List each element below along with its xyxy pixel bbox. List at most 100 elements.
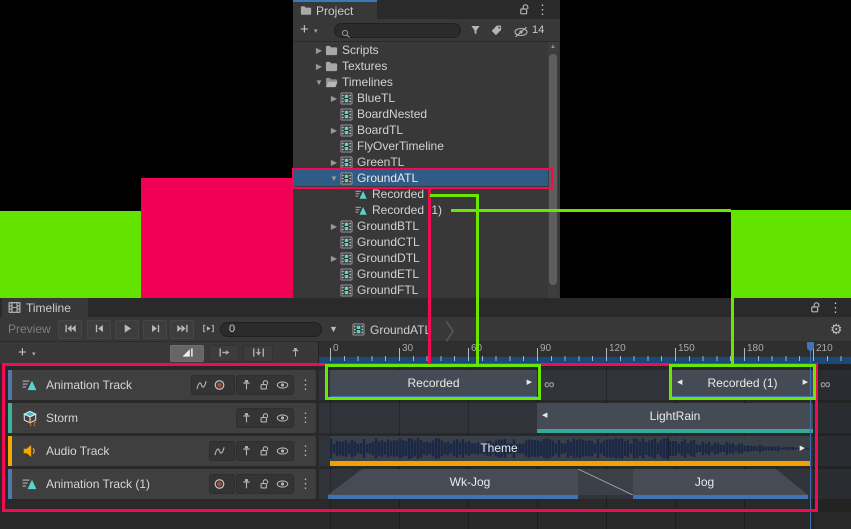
record-button[interactable] [210, 377, 228, 393]
expand-arrow-icon[interactable]: ▶ [328, 126, 340, 135]
filter-by-type-icon[interactable] [469, 24, 482, 37]
lock-icon[interactable] [519, 3, 530, 16]
playable-cube-icon: {} [22, 410, 38, 426]
play-range-button[interactable] [196, 320, 220, 339]
scrollbar-thumb[interactable] [549, 54, 557, 285]
ripple-mode-button[interactable] [209, 345, 239, 362]
expand-arrow-icon[interactable]: ▶ [313, 46, 325, 55]
record-button[interactable] [210, 476, 228, 492]
tree-item-boardtl[interactable]: ▶BoardTL [293, 122, 548, 138]
clip-recorded-1[interactable]: ◀ Recorded (1) ▶ [672, 370, 813, 400]
expand-arrow-icon[interactable]: ▶ [313, 62, 325, 71]
window-menu-icon[interactable]: ⋮ [536, 0, 549, 19]
curves-toggle-icon[interactable] [210, 443, 228, 459]
preview-toggle[interactable]: Preview [8, 317, 51, 342]
tree-item-recorded-1-[interactable]: Recorded (1) [293, 202, 548, 218]
pin-icon[interactable] [237, 443, 255, 459]
track-menu-button[interactable]: ⋮ [299, 436, 312, 466]
track-header-animation-track-1[interactable]: Animation Track (1) ⋮ [8, 469, 316, 499]
film-icon [340, 140, 353, 153]
tree-item-grounddtl[interactable]: ▶GroundDTL [293, 250, 548, 266]
track-menu-button[interactable]: ⋮ [299, 403, 312, 433]
ruler-major-tick [330, 348, 331, 360]
tree-item-recorded[interactable]: Recorded [293, 186, 548, 202]
window-menu-icon[interactable]: ⋮ [829, 298, 842, 317]
scene-green-block-right [731, 210, 851, 298]
tree-item-groundbtl[interactable]: ▶GroundBTL [293, 218, 548, 234]
film-icon [340, 236, 353, 249]
frame-dropdown-caret[interactable]: ▼ [329, 317, 338, 342]
clip-label: Jog [695, 475, 714, 489]
tree-item-textures[interactable]: ▶Textures [293, 58, 548, 74]
tree-item-groundftl[interactable]: GroundFTL [293, 282, 548, 298]
markers-toggle-button[interactable] [282, 345, 308, 362]
create-dropdown-caret[interactable]: ▾ [314, 27, 318, 35]
go-to-start-button[interactable] [58, 320, 82, 339]
go-to-end-button[interactable] [170, 320, 194, 339]
pin-icon[interactable] [237, 410, 255, 426]
expand-arrow-icon[interactable]: ▶ [328, 222, 340, 231]
lock-icon[interactable] [255, 443, 273, 459]
tree-item-boardnested[interactable]: BoardNested [293, 106, 548, 122]
tree-item-scripts[interactable]: ▶ Scripts [293, 42, 548, 58]
scrollbar-up-arrow[interactable]: ▲ [548, 42, 558, 52]
tree-item-groundctl[interactable]: GroundCTL [293, 234, 548, 250]
tab-timeline[interactable]: Timeline [2, 298, 88, 317]
track-header-animation-track[interactable]: Animation Track ⋮ [8, 370, 316, 400]
tree-item-greentl[interactable]: ▶GreenTL [293, 154, 548, 170]
play-button[interactable] [115, 320, 139, 339]
label-icon[interactable] [490, 24, 503, 37]
expand-arrow-icon[interactable]: ▼ [313, 78, 325, 87]
track-header-storm[interactable]: {} Storm ⋮ [8, 403, 316, 433]
mute-eye-icon[interactable] [273, 377, 291, 393]
expand-arrow-icon[interactable]: ▼ [328, 174, 340, 183]
track-menu-button[interactable]: ⋮ [299, 469, 312, 499]
beyond-end-dim [813, 364, 851, 512]
search-input[interactable] [334, 23, 461, 38]
next-frame-button[interactable] [143, 320, 167, 339]
lock-icon[interactable] [810, 301, 821, 314]
loop-infinity-icon: ∞ [820, 370, 831, 400]
lock-icon[interactable] [255, 476, 273, 492]
add-track-caret[interactable]: ▾ [32, 350, 36, 358]
tree-item-bluetl[interactable]: ▶BlueTL [293, 90, 548, 106]
ruler-major-tick [813, 348, 814, 360]
create-button[interactable]: + [300, 19, 309, 41]
replace-mode-button[interactable] [243, 345, 273, 362]
tree-item-label: Scripts [342, 43, 379, 57]
tree-item-groundetl[interactable]: GroundETL [293, 266, 548, 282]
tab-project[interactable]: Project [293, 0, 377, 19]
folderopen-icon [325, 76, 338, 89]
lock-icon[interactable] [255, 377, 273, 393]
pin-icon[interactable] [237, 377, 255, 393]
mute-eye-icon[interactable] [273, 443, 291, 459]
tree-item-groundatl[interactable]: ▼GroundATL [293, 170, 548, 186]
expand-arrow-icon[interactable]: ▶ [328, 158, 340, 167]
tree-item-timelines[interactable]: ▼Timelines [293, 74, 548, 90]
expand-arrow-icon[interactable]: ▶ [328, 254, 340, 263]
pin-icon[interactable] [237, 476, 255, 492]
mute-eye-icon[interactable] [273, 410, 291, 426]
hidden-objects-icon[interactable] [513, 25, 529, 37]
folder-icon [325, 44, 338, 57]
breadcrumb[interactable]: GroundATL [352, 317, 431, 342]
clip-jog[interactable]: Jog [633, 469, 776, 495]
mute-eye-icon[interactable] [273, 476, 291, 492]
mix-mode-button[interactable] [170, 345, 204, 362]
tree-item-flyovertimeline[interactable]: FlyOverTimeline [293, 138, 548, 154]
add-track-button[interactable]: + [18, 342, 27, 364]
frame-field[interactable]: 0 [220, 322, 322, 337]
clip-recorded[interactable]: Recorded ▶ [330, 370, 537, 400]
curves-toggle-icon[interactable] [192, 377, 210, 393]
track-header-audio-track[interactable]: Audio Track ⋮ [8, 436, 316, 466]
expand-arrow-icon[interactable]: ▶ [328, 94, 340, 103]
clip-lightrain[interactable]: ◀ LightRain [537, 403, 813, 433]
replace-mode-icon [252, 345, 265, 363]
clip-wk-jog[interactable]: Wk-Jog [362, 469, 578, 495]
track-menu-button[interactable]: ⋮ [299, 370, 312, 400]
clip-theme[interactable]: Theme ▶ [330, 436, 810, 466]
clip-crossfade[interactable] [578, 469, 633, 495]
lock-icon[interactable] [255, 410, 273, 426]
previous-frame-button[interactable] [87, 320, 111, 339]
settings-gear-icon[interactable]: ⚙ [830, 317, 843, 342]
